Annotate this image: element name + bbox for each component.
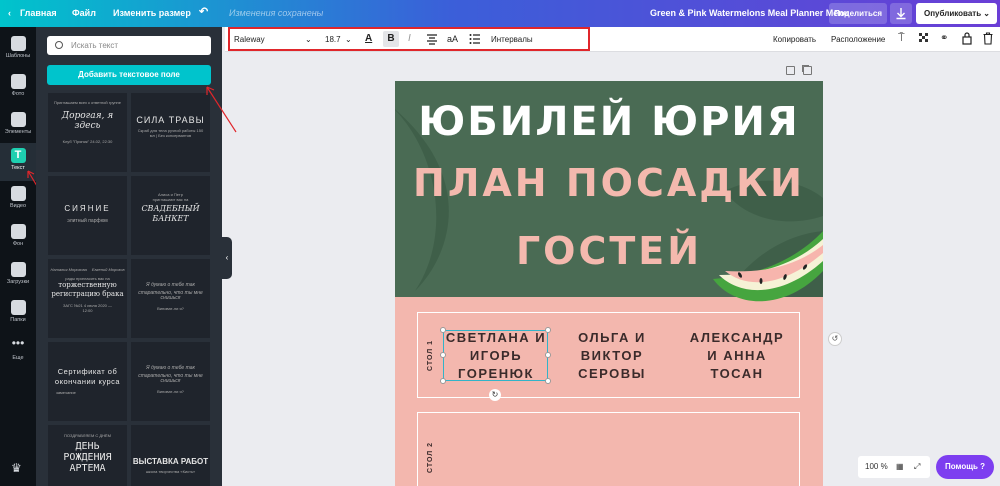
fullscreen-icon[interactable]: ⤢	[914, 456, 920, 478]
position-button[interactable]: Расположение	[831, 35, 885, 44]
publish-label: Опубликовать	[924, 9, 982, 18]
resize-handle[interactable]	[545, 378, 551, 384]
text-icon: T	[10, 148, 26, 163]
rail-photos[interactable]: Фото	[0, 69, 36, 107]
search-icon	[55, 41, 63, 49]
rail-background[interactable]: Фон	[0, 219, 36, 257]
lock-icon[interactable]	[962, 32, 972, 47]
photo-icon	[10, 74, 26, 89]
resize-handle[interactable]	[440, 327, 446, 333]
guest-text-2[interactable]: ОЛЬГА И ВИКТОР СЕРОВЫ	[560, 329, 664, 383]
table-2-frame[interactable]	[417, 412, 800, 486]
upload-icon	[10, 262, 26, 277]
search-input[interactable]: Искать текст	[47, 36, 211, 55]
design-title-3[interactable]: ГОСТЕЙ	[395, 229, 823, 273]
document-title[interactable]: Green & Pink Watermelons Meal Planner Me…	[650, 8, 849, 18]
crown-icon[interactable]: ♛	[11, 461, 22, 475]
design-title-2[interactable]: ПЛАН ПОСАДКИ	[395, 161, 823, 205]
add-text-box-button[interactable]: Добавить текстовое поле	[47, 65, 211, 85]
collapse-panel-button[interactable]: ‹	[222, 237, 232, 279]
trash-icon[interactable]	[983, 32, 993, 47]
design-title-1[interactable]: ЮБИЛЕЙ ЮРИЯ	[395, 99, 823, 145]
elements-icon	[10, 112, 26, 127]
paint-roller-icon[interactable]: ⍑	[898, 32, 905, 45]
save-status: Изменения сохранены	[229, 8, 324, 18]
resize-handle[interactable]	[440, 352, 446, 358]
text-template-tile[interactable]: Сертификат об окончании курса замечание	[48, 342, 127, 421]
rotate-handle-icon[interactable]: ↻	[489, 389, 501, 401]
home-button[interactable]: Главная	[20, 8, 57, 18]
table-2-label[interactable]: СТОЛ 2	[427, 442, 434, 473]
publish-button[interactable]: Опубликовать ⌄	[916, 3, 997, 24]
annotation-highlight-box	[228, 27, 590, 51]
annotation-arrow-icon	[206, 86, 237, 133]
resize-handle[interactable]	[545, 352, 551, 358]
rail-folders[interactable]: Папки	[0, 295, 36, 333]
text-template-tile[interactable]: СИЯНИЕ элитный парфюм	[48, 176, 127, 255]
zoom-control[interactable]: 100 % ▦ ⤢	[858, 456, 930, 478]
background-icon	[10, 224, 26, 239]
text-template-tile[interactable]: Алиса и Петр приглашают вас на СВАДЕБНЫЙ…	[131, 176, 210, 255]
text-template-tile[interactable]: Наталья Морозова Евгений Морозов рады при…	[48, 259, 127, 338]
resize-handle[interactable]	[440, 378, 446, 384]
rail-elements[interactable]: Элементы	[0, 107, 36, 145]
grid-view-icon[interactable]: ▦	[896, 456, 904, 478]
resize-button[interactable]: Изменить размер	[113, 8, 191, 18]
text-template-tile[interactable]: Приглашаем всех к ответной группе Дорога…	[48, 93, 127, 172]
table-1-label[interactable]: СТОЛ 1	[427, 340, 434, 371]
rail-more[interactable]: ••• Еще	[0, 333, 36, 371]
share-button[interactable]: Поделиться	[829, 3, 887, 24]
link-icon[interactable]: ⚭	[940, 33, 948, 44]
rail-uploads[interactable]: Загрузки	[0, 257, 36, 295]
design-canvas[interactable]: ЮБИЛЕЙ ЮРИЯ ПЛАН ПОСАДКИ ГОСТЕЙ СТОЛ 1 С…	[395, 81, 823, 486]
guest-text-3[interactable]: АЛЕКСАНДР И АННА ТОСАН	[682, 329, 792, 383]
copy-button[interactable]: Копировать	[773, 35, 816, 44]
question-icon: ?	[980, 462, 986, 471]
rail-templates[interactable]: Шаблоны	[0, 31, 36, 69]
selection-box[interactable]	[443, 330, 548, 381]
left-rail: Шаблоны Фото Элементы T Текст Видео Фон З…	[0, 27, 36, 486]
comment-icon[interactable]: ↺	[828, 332, 842, 346]
templates-icon	[10, 36, 26, 51]
more-icon: •••	[11, 336, 25, 350]
folder-icon	[10, 300, 26, 315]
zoom-level: 100 %	[865, 462, 888, 471]
transparency-icon[interactable]	[919, 33, 930, 46]
file-menu[interactable]: Файл	[72, 8, 96, 18]
duplicate-page-icon[interactable]	[803, 66, 812, 75]
top-bar: ‹ Главная Файл Изменить размер ↶ Изменен…	[0, 0, 1000, 27]
download-icon	[896, 8, 906, 20]
back-chevron-icon[interactable]: ‹	[8, 8, 11, 18]
text-panel: Искать текст Добавить текстовое поле При…	[36, 27, 222, 486]
text-template-tile[interactable]: СИЛА ТРАВЫ Скраб для тела ручной работы …	[131, 93, 210, 172]
download-button[interactable]	[890, 3, 912, 24]
resize-handle[interactable]	[545, 327, 551, 333]
text-template-tile[interactable]: Я думаю о тебе так старательно, что ты м…	[131, 259, 210, 338]
canva-editor: ‹ Главная Файл Изменить размер ↶ Изменен…	[0, 0, 1000, 486]
text-template-tile[interactable]: Я думаю о тебе так старательно, что ты м…	[131, 342, 210, 421]
text-template-tile[interactable]: ПОЗДРАВЛЯЕМ С ДНЁМ ДЕНЬ РОЖДЕНИЯ АРТЕМА	[48, 425, 127, 486]
chevron-down-icon: ⌄	[983, 9, 990, 18]
help-button[interactable]: Помощь ?	[936, 455, 994, 479]
undo-icon[interactable]: ↶	[199, 5, 208, 18]
note-icon[interactable]	[786, 66, 795, 75]
text-template-tile[interactable]: ВЫСТАВКА РАБОТ школа творчества «Кисть»	[131, 425, 210, 486]
